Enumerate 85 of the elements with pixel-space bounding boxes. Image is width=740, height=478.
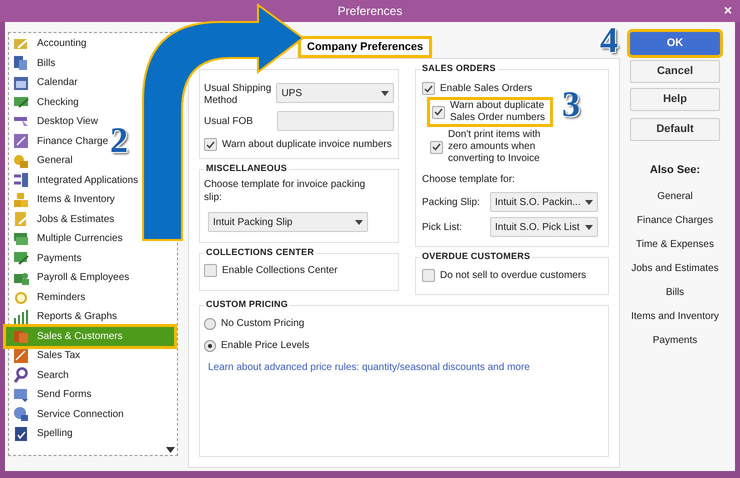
checkbox-label: Enable Collections Center [222,264,338,276]
dialog-button[interactable]: Cancel [630,60,720,83]
category-item[interactable]: General [9,151,75,170]
caret-icon [381,90,389,96]
field-label: Packing Slip: [422,196,481,210]
category-item[interactable]: Search [9,366,71,385]
category-item[interactable]: Payments [9,248,84,268]
search-icon [13,367,29,384]
checkbox-label: Do not sell to overdue customers [440,270,586,282]
checkbox[interactable] [422,269,435,282]
folders-icon [13,328,29,344]
link[interactable]: Learn about advanced price rules: quantity/seasonal discounts and more [208,360,604,375]
close-button[interactable]: × [724,3,732,17]
category-item[interactable]: Integrated Applications [9,170,140,190]
category-item[interactable]: Payroll & Employees [9,268,132,288]
step-number: 2 [110,122,128,158]
category-item[interactable]: Calendar [9,73,80,92]
radio-button[interactable] [204,340,216,352]
dialog-button[interactable]: OK [630,32,720,55]
field-label: Usual Shipping Method [204,83,272,107]
step-number: 3 [562,86,580,122]
radio-label: No Custom Pricing [221,317,304,331]
checkbox[interactable] [430,140,443,154]
also-see-link[interactable]: Items and Inventory [630,310,720,322]
category-item[interactable]: Reports & Graphs [9,307,120,326]
category-item[interactable]: Send Forms [9,385,94,404]
field-label: Pick List: [422,220,464,234]
category-item[interactable]: Reminders [9,288,88,307]
category-item[interactable]: Sales Tax [9,346,82,366]
check-icon [206,140,215,148]
field-label: Choose template for: [422,173,516,187]
preferences-tab[interactable]: Company Preferences [298,36,432,58]
window-title: Preferences [338,3,402,20]
checkbox-label: Warn about duplicate invoice numbers [222,138,392,150]
also-see-link[interactable]: Jobs and Estimates [630,262,720,274]
bar-chart-icon [13,308,29,325]
calendar-icon [13,74,29,91]
category-item[interactable]: Items & Inventory [9,190,117,210]
dropdown[interactable]: Intuit Packing Slip [208,212,368,232]
field-label: Choose template for invoice packing slip: [204,178,366,204]
caret-icon [585,200,593,204]
dropdown[interactable]: Intuit S.O. Packin... [490,192,598,212]
dropdown[interactable]: Intuit S.O. Pick List [490,217,598,237]
spellcheck-icon [13,426,29,442]
category-item[interactable]: Jobs & Estimates [9,210,116,229]
category-item[interactable]: Desktop View [9,112,100,132]
also-see-link[interactable]: Finance Charges [630,214,720,226]
alarm-clock-icon [13,289,29,306]
check-icon [432,143,441,151]
checkbox[interactable] [432,106,445,118]
category-item[interactable]: Spelling [9,424,75,444]
checkbox[interactable] [422,82,435,95]
caret-icon [585,224,593,230]
category-item[interactable]: Sales & Customers [6,326,174,346]
also-see-link[interactable]: General [630,190,720,202]
checkbox[interactable] [204,138,217,151]
category-item[interactable]: Accounting [9,34,88,54]
shapes-icon [13,152,29,169]
document-icon [13,211,29,228]
radio-button[interactable] [204,318,216,330]
scroll-down-icon[interactable] [166,447,175,453]
category-item[interactable]: Bills [9,54,58,73]
caret-icon [355,220,363,224]
dialog-button[interactable]: Help [630,88,720,111]
category-item[interactable]: Finance Charge [9,132,110,151]
radio-label: Enable Price Levels [221,339,310,353]
step-number: 4 [600,22,618,58]
category-item[interactable]: Service Connection [9,404,126,424]
check-icon [424,84,433,92]
also-see-link[interactable]: Time & Expenses [630,238,720,250]
dropdown[interactable]: UPS [276,83,394,103]
check-icon [434,108,443,116]
boxes-icon [13,192,29,208]
category-item[interactable]: Multiple Currencies [9,229,125,248]
checkbox-label: Don't print items with zero amounts when converting to Invoice [448,129,542,165]
checkbox-label: Warn about duplicate Sales Order numbers [450,100,546,124]
field-label: Usual FOB [204,114,254,128]
category-item[interactable]: Checking [9,92,81,112]
input-field[interactable] [276,111,394,131]
section-heading: Also See: [650,163,700,178]
dialog-button[interactable]: Default [630,118,720,141]
also-see-link[interactable]: Bills [630,286,720,298]
checkbox-label: Enable Sales Orders [440,82,532,94]
checkbox[interactable] [204,264,217,277]
also-see-link[interactable]: Payments [630,334,720,346]
